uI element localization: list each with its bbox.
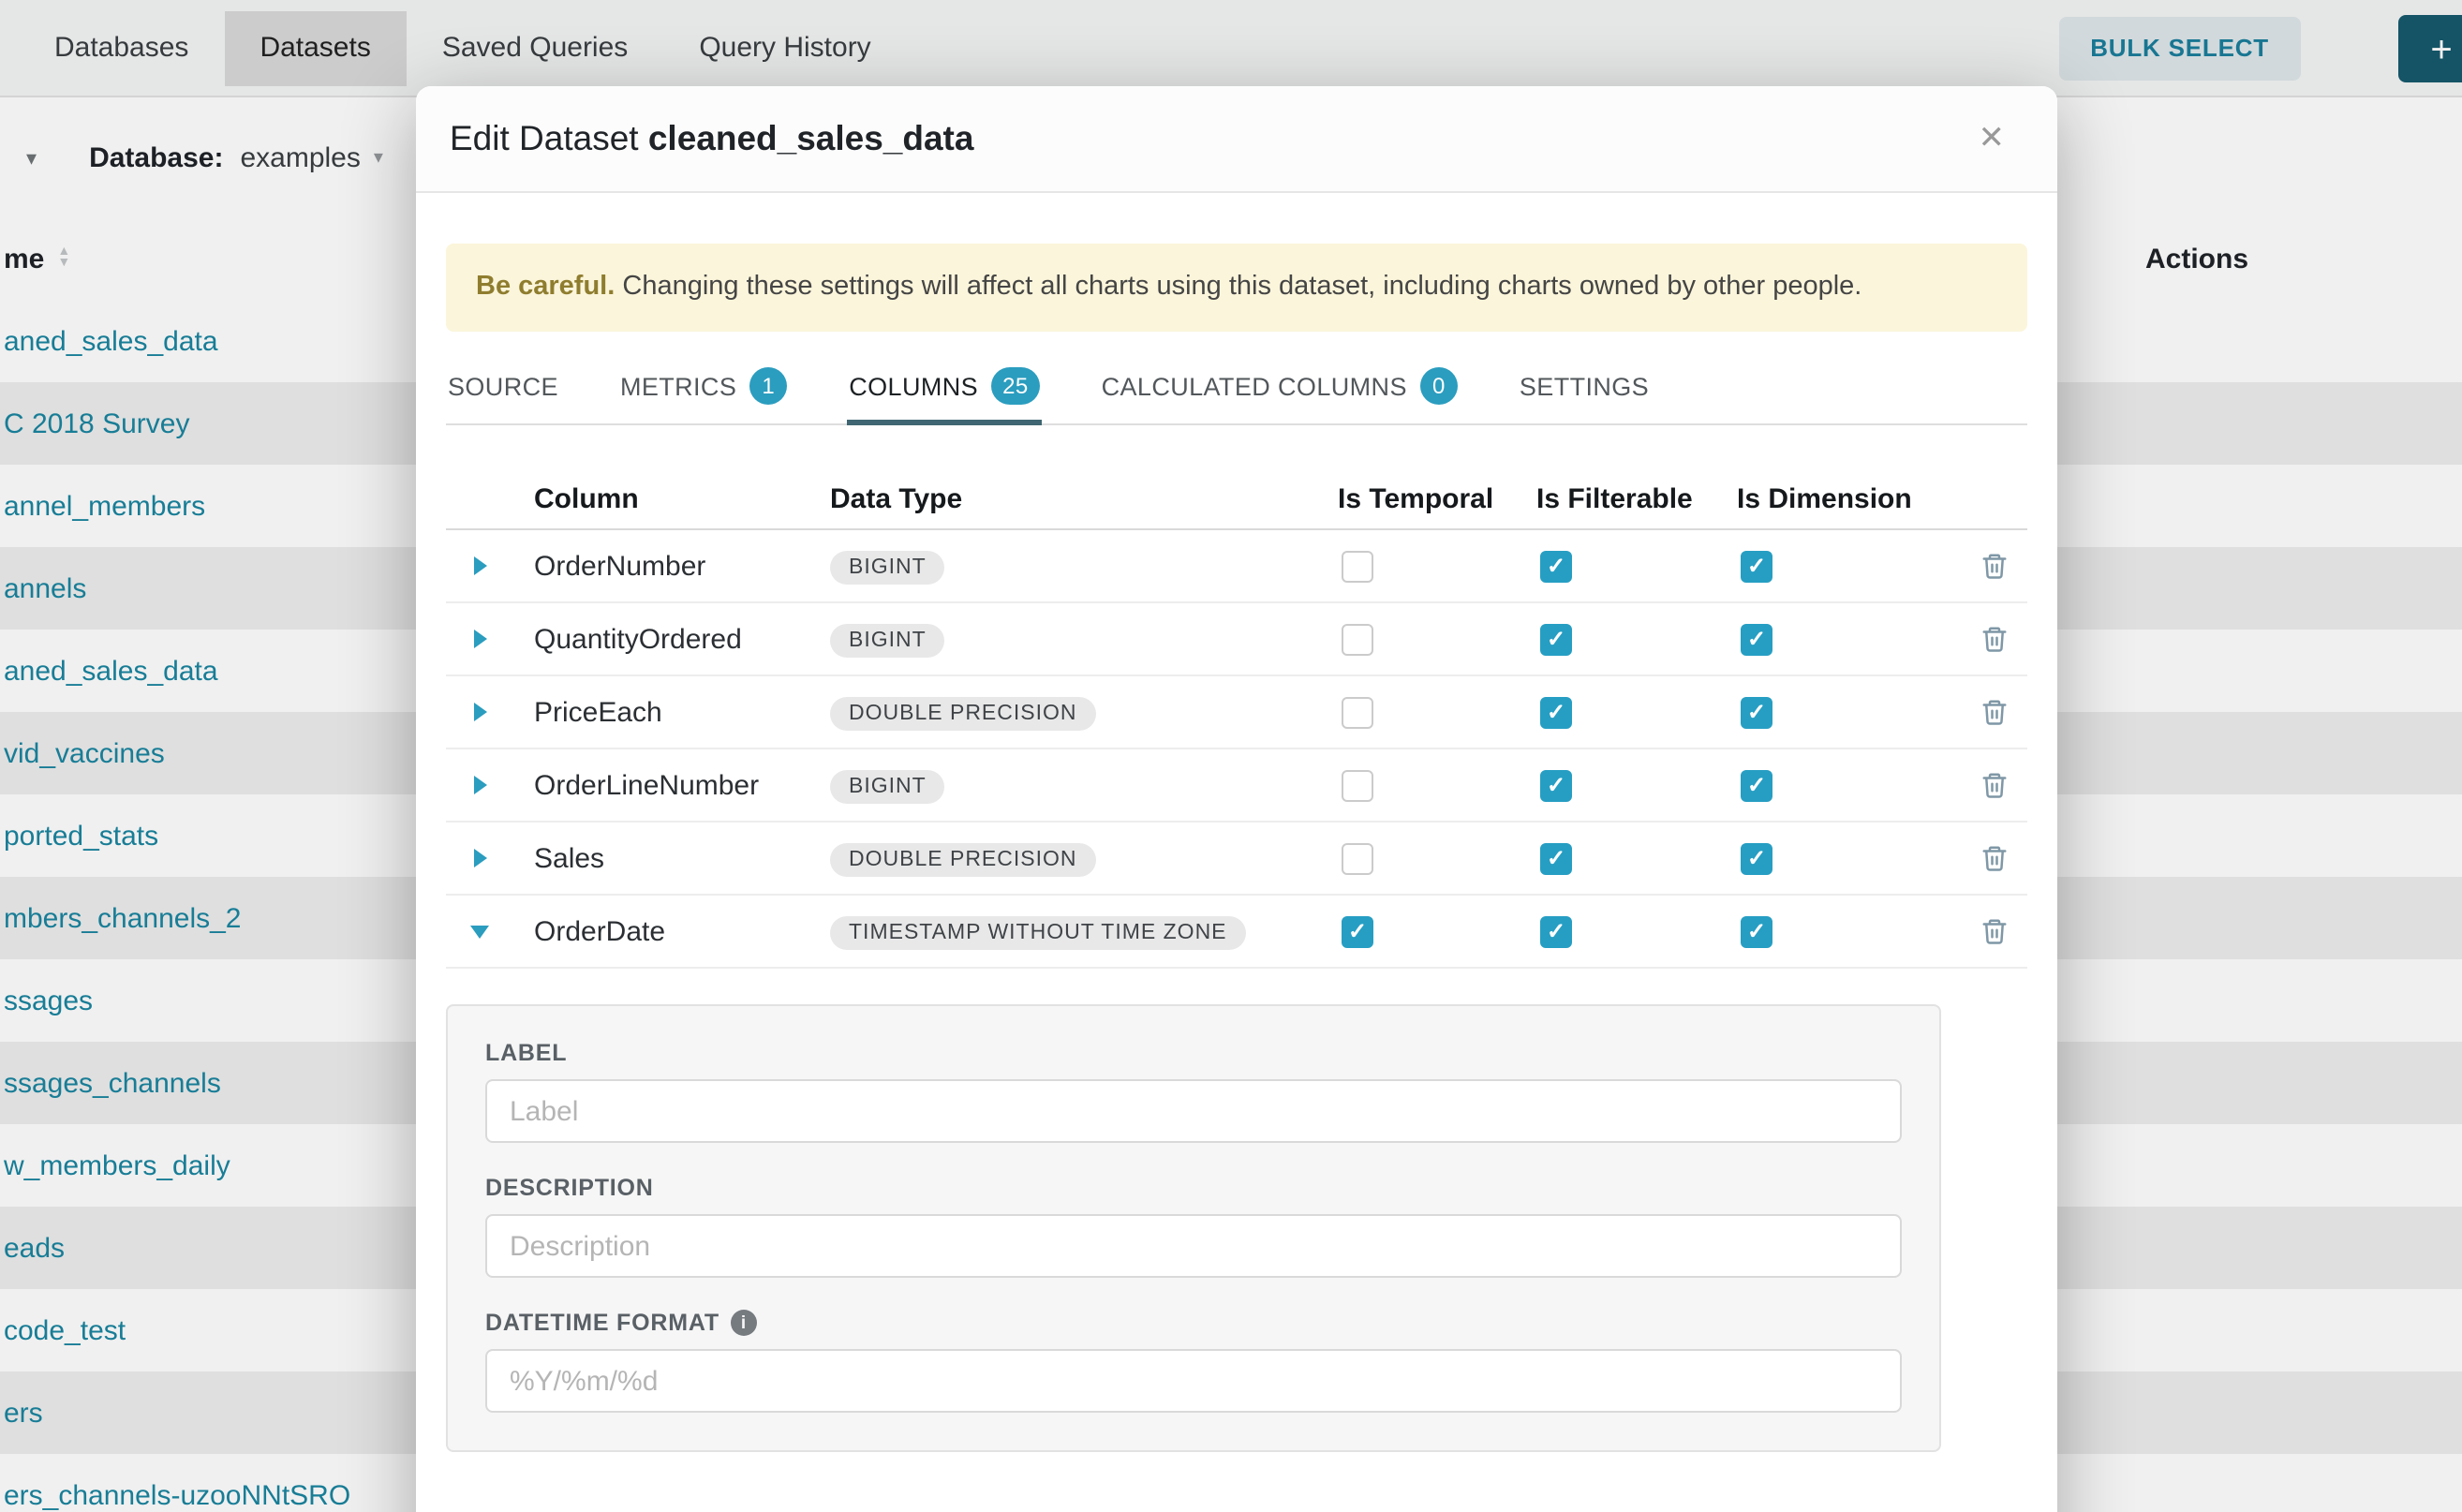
warning-bold-text: Be careful. (476, 272, 615, 302)
tab-label: SETTINGS (1520, 372, 1649, 400)
tab-label: CALCULATED COLUMNS (1102, 372, 1407, 400)
modal-body: Be careful. Changing these settings will… (416, 193, 2057, 1482)
tab-source[interactable]: SOURCE (446, 352, 560, 423)
column-row: OrderNumber BIGINT (446, 530, 2027, 603)
tab-settings[interactable]: SETTINGS (1518, 352, 1651, 423)
is-temporal-checkbox[interactable] (1342, 769, 1373, 801)
tab-label: SOURCE (448, 372, 558, 400)
column-header: Is Dimension (1737, 483, 1962, 515)
column-row: OrderLineNumber BIGINT (446, 749, 2027, 823)
data-type-pill: DOUBLE PRECISION (830, 842, 1096, 876)
expand-caret-icon[interactable] (473, 630, 486, 648)
column-row: PriceEach DOUBLE PRECISION (446, 676, 2027, 749)
tab-calculated-columns[interactable]: CALCULATED COLUMNS 0 (1100, 352, 1460, 423)
description-field-label: DESCRIPTION (485, 1175, 1902, 1201)
column-header: Data Type (830, 483, 1338, 515)
modal-tabs: SOURCE METRICS 1 COLUMNS 25 CALCULATED C… (446, 352, 2027, 425)
is-dimension-checkbox[interactable] (1741, 696, 1772, 728)
modal-title-dataset-name: cleaned_sales_data (648, 118, 974, 157)
warning-banner: Be careful. Changing these settings will… (446, 244, 2027, 332)
close-icon[interactable]: ✕ (1971, 112, 2013, 165)
datetime-format-form-group: DATETIME FORMAT i (485, 1310, 1902, 1413)
label-form-group: LABEL (485, 1040, 1902, 1143)
column-name: QuantityOrdered (513, 623, 830, 655)
datetime-format-input[interactable] (485, 1349, 1902, 1413)
delete-column-icon[interactable] (1980, 697, 2009, 727)
column-header: Is Temporal (1338, 483, 1536, 515)
is-dimension-checkbox[interactable] (1741, 915, 1772, 947)
datetime-format-field-label: DATETIME FORMAT (485, 1310, 719, 1336)
is-filterable-checkbox[interactable] (1540, 842, 1572, 874)
is-temporal-checkbox[interactable] (1342, 623, 1373, 655)
data-type-pill: BIGINT (830, 623, 945, 657)
delete-column-icon[interactable] (1980, 916, 2009, 946)
tab-metrics[interactable]: METRICS 1 (618, 352, 789, 423)
column-row: OrderDate TIMESTAMP WITHOUT TIME ZONE (446, 896, 2027, 969)
label-field-label: LABEL (485, 1040, 1902, 1066)
screen: Databases Datasets Saved Queries Query H… (0, 0, 2462, 1512)
label-input[interactable] (485, 1079, 1902, 1143)
collapse-caret-icon[interactable] (470, 925, 489, 938)
info-icon[interactable]: i (731, 1310, 757, 1336)
is-filterable-checkbox[interactable] (1540, 623, 1572, 655)
is-temporal-checkbox[interactable] (1342, 696, 1373, 728)
is-filterable-checkbox[interactable] (1540, 550, 1572, 582)
delete-column-icon[interactable] (1980, 551, 2009, 581)
column-row: QuantityOrdered BIGINT (446, 603, 2027, 676)
expand-caret-icon[interactable] (473, 776, 486, 794)
expand-caret-icon[interactable] (473, 703, 486, 721)
column-name: OrderDate (513, 915, 830, 947)
tab-label: METRICS (620, 372, 736, 400)
delete-column-icon[interactable] (1980, 843, 2009, 873)
columns-table: Column Data Type Is Temporal Is Filterab… (446, 470, 2027, 969)
is-dimension-checkbox[interactable] (1741, 769, 1772, 801)
edit-dataset-modal: Edit Dataset cleaned_sales_data ✕ Be car… (416, 86, 2057, 1512)
is-temporal-checkbox[interactable] (1342, 550, 1373, 582)
data-type-pill: TIMESTAMP WITHOUT TIME ZONE (830, 915, 1246, 949)
column-name: Sales (513, 842, 830, 874)
modal-header: Edit Dataset cleaned_sales_data ✕ (416, 86, 2057, 193)
column-header: Is Filterable (1536, 483, 1737, 515)
tab-count-badge: 0 (1420, 367, 1458, 405)
is-filterable-checkbox[interactable] (1540, 769, 1572, 801)
is-temporal-checkbox[interactable] (1342, 842, 1373, 874)
tab-label: COLUMNS (849, 372, 978, 400)
columns-table-header: Column Data Type Is Temporal Is Filterab… (446, 470, 2027, 530)
expand-caret-icon[interactable] (473, 556, 486, 575)
is-temporal-checkbox[interactable] (1342, 915, 1373, 947)
is-filterable-checkbox[interactable] (1540, 696, 1572, 728)
column-header: Column (513, 483, 830, 515)
data-type-pill: DOUBLE PRECISION (830, 696, 1096, 730)
delete-column-icon[interactable] (1980, 770, 2009, 800)
is-dimension-checkbox[interactable] (1741, 623, 1772, 655)
column-row: Sales DOUBLE PRECISION (446, 823, 2027, 896)
data-type-pill: BIGINT (830, 550, 945, 584)
column-name: PriceEach (513, 696, 830, 728)
column-name: OrderLineNumber (513, 769, 830, 801)
modal-title: Edit Dataset cleaned_sales_data (450, 118, 973, 159)
tab-columns[interactable]: COLUMNS 25 (847, 352, 1041, 423)
data-type-pill: BIGINT (830, 769, 945, 803)
description-form-group: DESCRIPTION (485, 1175, 1902, 1278)
expand-caret-icon[interactable] (473, 849, 486, 867)
column-name: OrderNumber (513, 550, 830, 582)
tab-count-badge: 25 (991, 367, 1040, 405)
tab-count-badge: 1 (749, 367, 787, 405)
is-dimension-checkbox[interactable] (1741, 842, 1772, 874)
modal-title-prefix: Edit Dataset (450, 118, 639, 157)
is-filterable-checkbox[interactable] (1540, 915, 1572, 947)
delete-column-icon[interactable] (1980, 624, 2009, 654)
column-detail-panel: LABEL DESCRIPTION DATETIME FORMAT i (446, 1004, 1941, 1452)
is-dimension-checkbox[interactable] (1741, 550, 1772, 582)
description-input[interactable] (485, 1214, 1902, 1278)
warning-text: Changing these settings will affect all … (615, 272, 1861, 302)
